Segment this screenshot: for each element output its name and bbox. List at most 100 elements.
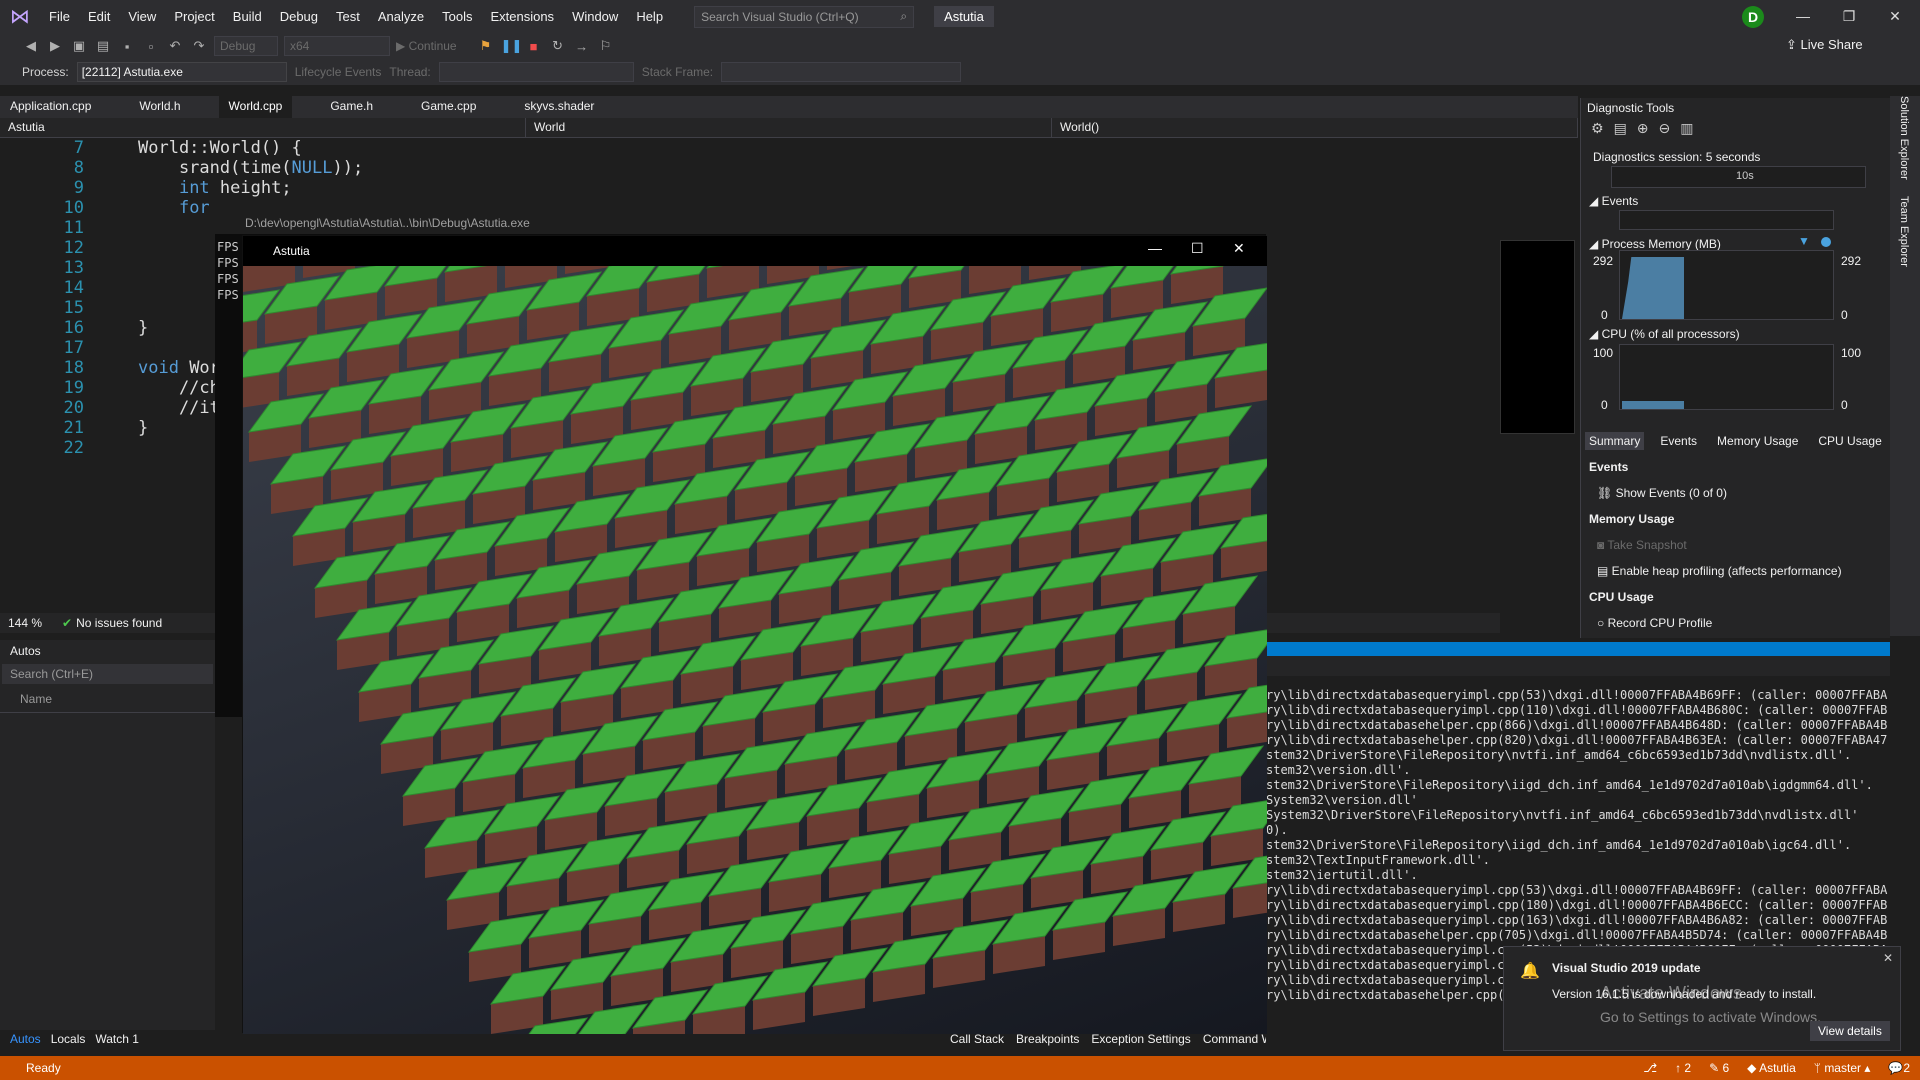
tab-exception-settings[interactable]: Exception Settings xyxy=(1091,1032,1190,1046)
new-project-icon[interactable]: ▣ xyxy=(70,38,88,54)
menu-project[interactable]: Project xyxy=(165,0,223,33)
forward-icon[interactable]: ▶ xyxy=(46,38,64,54)
cpu-section-label[interactable]: ◢ CPU (% of all processors) xyxy=(1589,327,1740,341)
editor-minimap[interactable] xyxy=(1500,240,1575,434)
changes-count[interactable]: ✎ 6 xyxy=(1709,1061,1729,1075)
save-all-icon[interactable]: ▫ xyxy=(142,39,160,54)
menu-test[interactable]: Test xyxy=(327,0,369,33)
search-input[interactable]: Search Visual Studio (Ctrl+Q) ⌕ xyxy=(694,5,915,28)
tab-game-cpp[interactable]: Game.cpp xyxy=(411,96,486,118)
code-line[interactable]: } xyxy=(138,318,148,338)
menu-edit[interactable]: Edit xyxy=(79,0,119,33)
avatar[interactable]: D xyxy=(1742,6,1764,28)
select-tools-icon[interactable]: ▤ xyxy=(1614,120,1627,137)
tab-skyvs-shader[interactable]: skyvs.shader xyxy=(514,96,604,118)
tab-world-cpp[interactable]: World.cpp xyxy=(218,96,293,118)
view-details-button[interactable]: View details xyxy=(1810,1021,1890,1041)
team-explorer-tab[interactable]: Team Explorer xyxy=(1898,196,1910,267)
diag-tab-summary[interactable]: Summary xyxy=(1585,432,1645,450)
menu-debug[interactable]: Debug xyxy=(271,0,327,33)
open-icon[interactable]: ▤ xyxy=(94,38,112,54)
notifications-count[interactable]: 💬2 xyxy=(1888,1061,1910,1075)
save-icon[interactable]: ▪ xyxy=(118,39,136,54)
game-viewport[interactable] xyxy=(243,266,1267,1034)
live-share-button[interactable]: ⇪ Live Share xyxy=(1786,37,1863,53)
code-line[interactable]: } xyxy=(138,418,148,438)
undo-icon[interactable]: ↶ xyxy=(166,38,184,54)
menu-view[interactable]: View xyxy=(119,0,165,33)
diag-tab-memory-usage[interactable]: Memory Usage xyxy=(1713,432,1802,450)
menu-tools[interactable]: Tools xyxy=(433,0,481,33)
stop-icon[interactable]: ■ xyxy=(525,39,543,54)
lifecycle-events-dropdown[interactable]: Lifecycle Events xyxy=(295,65,382,79)
menu-extensions[interactable]: Extensions xyxy=(481,0,563,33)
take-snapshot-button[interactable]: ◙ Take Snapshot xyxy=(1597,538,1687,552)
events-section-label[interactable]: ◢ Events xyxy=(1589,194,1638,208)
config-dropdown[interactable]: Debug xyxy=(214,36,278,56)
settings-icon[interactable]: ⚙ xyxy=(1591,120,1604,137)
diag-tab-cpu-usage[interactable]: CPU Usage xyxy=(1814,432,1885,450)
diag-tab-events[interactable]: Events xyxy=(1656,432,1701,450)
zoom-in-icon[interactable]: ⊕ xyxy=(1637,120,1649,137)
session-timeline[interactable]: 10s xyxy=(1611,166,1866,188)
menu-help[interactable]: Help xyxy=(627,0,672,33)
menu-analyze[interactable]: Analyze xyxy=(369,0,433,33)
repo-name[interactable]: ◆ Astutia xyxy=(1747,1061,1796,1075)
menu-file[interactable]: File xyxy=(40,0,79,33)
tab-breakpoints[interactable]: Breakpoints xyxy=(1016,1032,1079,1046)
redo-icon[interactable]: ↷ xyxy=(190,38,208,54)
scope-dropdown[interactable]: World xyxy=(526,118,1052,137)
game-close-icon[interactable]: ✕ xyxy=(1233,240,1245,257)
thread-dropdown[interactable] xyxy=(438,62,634,82)
hot-reload-icon[interactable]: ⚑ xyxy=(477,38,495,54)
member-dropdown[interactable]: World() xyxy=(1052,118,1578,137)
code-line[interactable]: for xyxy=(138,198,210,218)
tab-game-h[interactable]: Game.h xyxy=(320,96,383,118)
code-line[interactable]: World::World() { xyxy=(138,138,302,158)
code-line[interactable]: int height; xyxy=(138,178,292,198)
step-icon[interactable]: → xyxy=(573,39,591,54)
menu-build[interactable]: Build xyxy=(224,0,271,33)
code-line[interactable]: //ch xyxy=(138,378,220,398)
close-icon[interactable]: ✕ xyxy=(1872,0,1918,33)
zoom-dropdown[interactable]: 144 % xyxy=(8,616,42,630)
back-icon[interactable]: ◀ xyxy=(22,38,40,54)
autos-search-input[interactable]: Search (Ctrl+E) xyxy=(2,664,213,684)
branch-name[interactable]: ᛘ master ▴ xyxy=(1814,1061,1871,1075)
solution-explorer-tab[interactable]: Solution Explorer xyxy=(1898,96,1910,180)
show-events-link[interactable]: ⛓ Show Events (0 of 0) xyxy=(1597,486,1727,500)
notification-close-icon[interactable]: ✕ xyxy=(1883,951,1893,965)
restore-icon[interactable]: ❐ xyxy=(1826,0,1872,33)
stack-frame-dropdown[interactable] xyxy=(721,62,962,82)
pause-icon[interactable]: ❚❚ xyxy=(501,38,523,54)
process-dropdown[interactable]: [22112] Astutia.exe xyxy=(76,62,287,82)
platform-dropdown[interactable]: x64 xyxy=(284,36,390,56)
cpu-graph[interactable] xyxy=(1619,344,1834,410)
continue-button[interactable]: ▶ Continue xyxy=(396,39,457,53)
reset-view-icon[interactable]: ▥ xyxy=(1680,120,1693,137)
game-minimize-icon[interactable]: — xyxy=(1148,240,1162,256)
issues-label[interactable]: No issues found xyxy=(76,616,162,630)
code-line[interactable]: void Wor xyxy=(138,358,220,378)
game-maximize-icon[interactable]: ☐ xyxy=(1191,240,1204,257)
tab-locals[interactable]: Locals xyxy=(51,1032,86,1046)
tab-world-h[interactable]: World.h xyxy=(129,96,190,118)
memory-graph[interactable] xyxy=(1619,250,1834,320)
code-line[interactable]: srand(time(NULL)); xyxy=(138,158,363,178)
tab-autos[interactable]: Autos xyxy=(10,1032,41,1046)
game-window[interactable]: Astutia — ☐ ✕ xyxy=(242,235,1267,1034)
zoom-out-icon[interactable]: ⊖ xyxy=(1659,120,1671,137)
source-control-icon[interactable]: ⎇ xyxy=(1643,1061,1657,1075)
record-cpu-button[interactable]: ○ Record CPU Profile xyxy=(1597,616,1712,630)
tab-call-stack[interactable]: Call Stack xyxy=(950,1032,1004,1046)
minimize-icon[interactable]: — xyxy=(1780,0,1826,33)
menu-window[interactable]: Window xyxy=(563,0,627,33)
restart-icon[interactable]: ↻ xyxy=(549,38,567,54)
bookmark-icon[interactable]: ⚐ xyxy=(597,38,615,54)
push-count[interactable]: ↑ 2 xyxy=(1675,1061,1691,1075)
tab-application-cpp[interactable]: Application.cpp xyxy=(0,96,101,118)
name-column-header[interactable]: Name xyxy=(0,686,215,713)
code-line[interactable]: //it xyxy=(138,398,220,418)
heap-profiling-button[interactable]: ▤ Enable heap profiling (affects perform… xyxy=(1597,564,1842,578)
project-dropdown[interactable]: Astutia xyxy=(0,118,526,137)
